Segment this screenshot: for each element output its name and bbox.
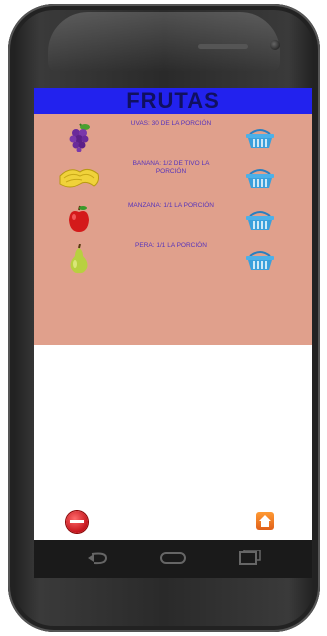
basket-icon[interactable]	[244, 248, 276, 272]
phone-sheen	[48, 12, 280, 72]
grapes-icon	[69, 123, 90, 152]
home-nav-icon[interactable]	[158, 550, 188, 566]
list-item-banana: BANANA: 1/2 DE TIVO LA PORCIÓN	[34, 158, 312, 196]
recents-icon[interactable]	[234, 550, 264, 566]
item-label: MANZANA: 1/1 LA PORCIÓN	[128, 202, 214, 209]
basket-icon[interactable]	[244, 208, 276, 232]
list-item-grapes: UVAS: 30 DE LA PORCIÓN	[34, 118, 312, 156]
item-label: UVAS: 30 DE LA PORCIÓN	[130, 120, 212, 127]
item-label: BANANA: 1/2 DE TIVO LA PORCIÓN	[132, 160, 210, 175]
home-button[interactable]	[256, 512, 274, 530]
app-screen: FRUTAS UVAS: 30 DE LA PORCIÓN BANANA: 1/…	[34, 88, 312, 540]
android-nav-bar	[34, 540, 312, 578]
apple-icon	[69, 205, 89, 232]
list-item-apple: MANZANA: 1/1 LA PORCIÓN	[34, 200, 312, 238]
basket-icon[interactable]	[244, 166, 276, 190]
item-label: PERA: 1/1 LA PORCIÓN	[135, 242, 207, 249]
back-icon[interactable]	[84, 550, 114, 566]
pear-icon	[70, 244, 88, 274]
list-item-pear: PERA: 1/1 LA PORCIÓN	[34, 240, 312, 278]
home-icon	[259, 515, 271, 527]
page-title: FRUTAS	[126, 88, 220, 113]
front-camera	[270, 40, 280, 50]
title-banner: FRUTAS	[34, 88, 312, 114]
banana-icon	[59, 168, 99, 188]
basket-icon[interactable]	[244, 126, 276, 150]
fruit-list: UVAS: 30 DE LA PORCIÓN BANANA: 1/2 DE TI…	[34, 114, 312, 345]
exit-button[interactable]	[66, 511, 88, 533]
speaker-grille	[198, 44, 248, 49]
